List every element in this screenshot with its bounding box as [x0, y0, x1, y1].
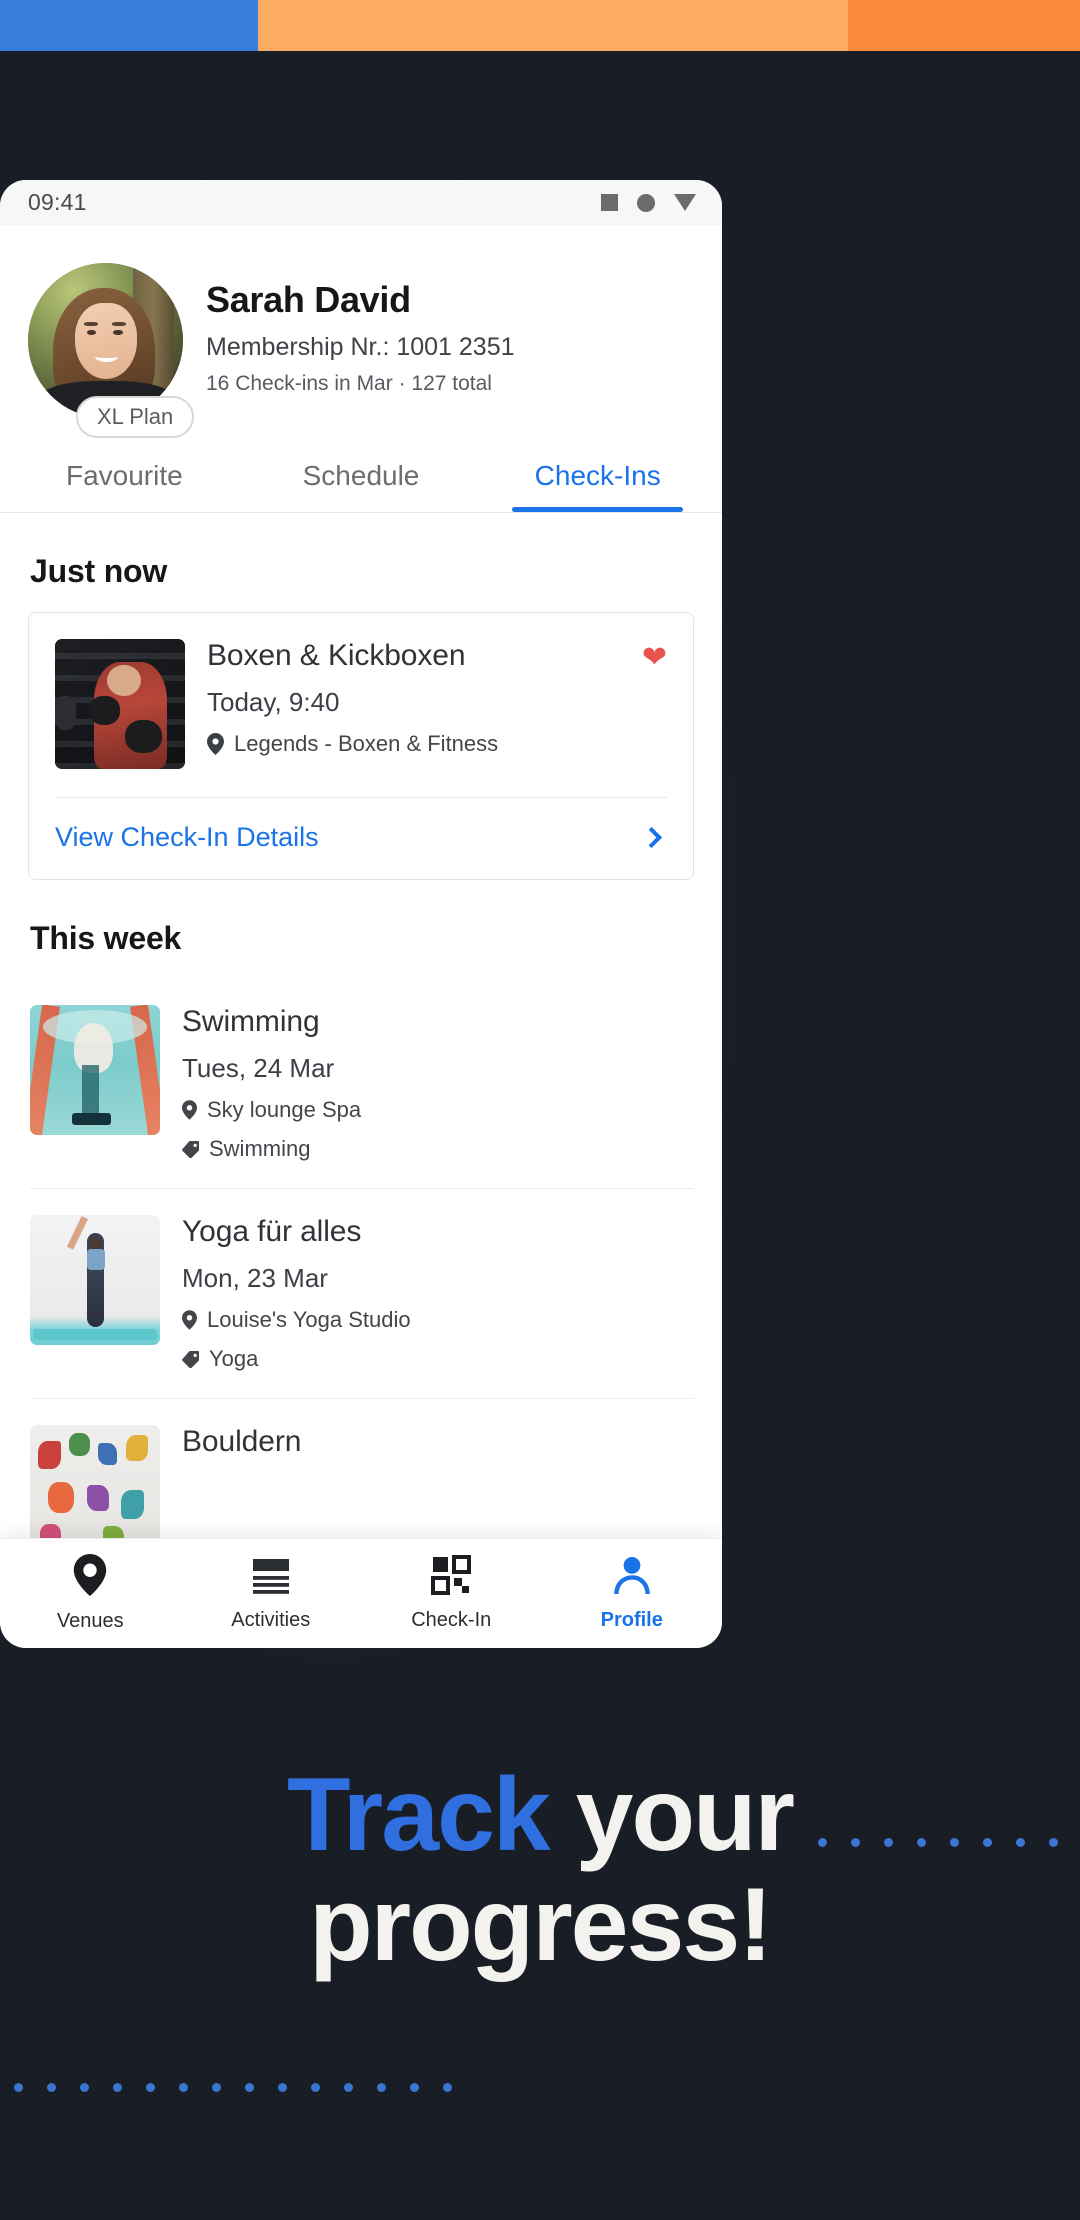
section-title-just-now: Just now	[30, 553, 168, 589]
favourite-heart-icon[interactable]: ❤	[642, 639, 667, 673]
just-now-card-row: Boxen & Kickboxen Today, 9:40 Legends - …	[29, 613, 693, 797]
profile-membership-number: Membership Nr.: 1001 2351	[206, 333, 515, 361]
location-pin-icon	[207, 733, 224, 755]
decorative-dot	[278, 2083, 287, 2092]
decorative-dot	[443, 2083, 452, 2092]
list-item[interactable]: Yoga für alles Mon, 23 Mar Louise's Yoga…	[28, 1189, 694, 1398]
list-item-venue-row: Sky lounge Spa	[182, 1097, 692, 1123]
decorative-dot	[245, 2083, 254, 2092]
decorative-dot	[311, 2083, 320, 2092]
circle-icon	[637, 193, 655, 212]
topbar-segment-blue	[0, 0, 258, 51]
view-checkin-details-label: View Check-In Details	[55, 822, 319, 852]
phone-mockup: 09:41 XL Plan Sarah David Membership Nr.…	[0, 180, 722, 1648]
status-system-icons	[601, 193, 696, 212]
avatar[interactable]	[28, 263, 183, 418]
decorative-dot	[410, 2083, 419, 2092]
section-title-this-week: This week	[30, 920, 182, 956]
activity-thumbnail-swimming	[30, 1005, 160, 1135]
checkins-content: Just now Boxen & Kickboxen Today, 9:40 L…	[0, 553, 722, 1581]
nav-item-profile[interactable]: Profile	[542, 1555, 723, 1632]
just-now-details: Boxen & Kickboxen Today, 9:40 Legends - …	[185, 639, 642, 757]
tag-icon	[182, 1140, 199, 1158]
list-item-date: Tues, 24 Mar	[182, 1053, 335, 1083]
nav-label-profile: Profile	[600, 1609, 663, 1631]
list-item-title: Bouldern	[182, 1425, 302, 1458]
list-item-date: Mon, 23 Mar	[182, 1263, 328, 1293]
list-item-details: Bouldern	[160, 1425, 692, 1459]
just-now-time: Today, 9:40	[207, 687, 340, 717]
list-item-venue: Louise's Yoga Studio	[207, 1307, 411, 1332]
nav-item-venues[interactable]: Venues	[0, 1554, 181, 1633]
just-now-venue: Legends - Boxen & Fitness	[234, 731, 499, 756]
status-clock: 09:41	[28, 189, 87, 215]
headline-line-1: Track your	[0, 1760, 1080, 1870]
location-pin-icon	[73, 1554, 107, 1601]
list-item-venue: Sky lounge Spa	[207, 1097, 362, 1122]
list-item-title: Swimming	[182, 1005, 320, 1038]
list-item-tag-row: Swimming	[182, 1136, 692, 1162]
profile-info: Sarah David Membership Nr.: 1001 2351 16…	[188, 263, 515, 396]
decorative-dot	[47, 2083, 56, 2092]
headline-accent-word: Track	[286, 1757, 551, 1873]
activity-thumbnail-bouldern	[30, 1425, 160, 1555]
list-icon	[251, 1555, 291, 1600]
activity-thumbnail-boxing	[55, 639, 185, 769]
list-item-tag: Swimming	[209, 1136, 311, 1161]
status-bar: 09:41	[0, 180, 722, 225]
headline-line-2: progress!	[309, 1867, 773, 1984]
person-icon	[612, 1555, 652, 1600]
location-pin-icon	[182, 1100, 197, 1120]
poster-stage: 09:41 XL Plan Sarah David Membership Nr.…	[0, 0, 1080, 2220]
avatar-wrapper: XL Plan	[28, 263, 195, 438]
top-color-bar	[0, 0, 1080, 51]
decorative-dot	[113, 2083, 122, 2092]
profile-tabs: Favourite Schedule Check-Ins	[0, 450, 722, 513]
activity-thumbnail-yoga	[30, 1215, 160, 1345]
bottom-navigation: Venues Activities Check-In Profile	[0, 1538, 722, 1648]
list-item-title: Yoga für alles	[182, 1215, 362, 1248]
list-item-tag-row: Yoga	[182, 1346, 692, 1372]
just-now-activity-title: Boxen & Kickboxen	[207, 639, 466, 672]
just-now-card[interactable]: Boxen & Kickboxen Today, 9:40 Legends - …	[28, 612, 694, 880]
poster-headline: Track your progress!	[0, 1760, 1080, 1984]
tab-favourite[interactable]: Favourite	[6, 450, 243, 512]
decorative-dots-left	[14, 2083, 452, 2092]
chevron-right-icon	[640, 826, 663, 849]
location-pin-icon	[182, 1310, 197, 1330]
list-item[interactable]: Swimming Tues, 24 Mar Sky lounge Spa Swi…	[28, 979, 694, 1188]
profile-header: XL Plan Sarah David Membership Nr.: 1001…	[0, 225, 722, 438]
decorative-dot	[344, 2083, 353, 2092]
nav-item-activities[interactable]: Activities	[181, 1555, 362, 1632]
nav-item-check-in[interactable]: Check-In	[361, 1555, 542, 1632]
decorative-dot	[212, 2083, 221, 2092]
profile-checkin-stats: 16 Check-ins in Mar · 127 total	[206, 372, 492, 395]
view-checkin-details-button[interactable]: View Check-In Details	[29, 798, 693, 879]
plan-badge: XL Plan	[76, 396, 195, 438]
triangle-down-icon	[674, 194, 696, 211]
decorative-dot	[14, 2083, 23, 2092]
list-item-details: Yoga für alles Mon, 23 Mar Louise's Yoga…	[160, 1215, 692, 1372]
decorative-dot	[377, 2083, 386, 2092]
nav-label-check-in: Check-In	[411, 1609, 492, 1631]
list-item-details: Swimming Tues, 24 Mar Sky lounge Spa Swi…	[160, 1005, 692, 1162]
just-now-venue-row: Legends - Boxen & Fitness	[207, 731, 642, 757]
decorative-dot	[179, 2083, 188, 2092]
decorative-dot	[80, 2083, 89, 2092]
list-item-tag: Yoga	[209, 1346, 259, 1371]
decorative-dot	[146, 2083, 155, 2092]
list-item-venue-row: Louise's Yoga Studio	[182, 1307, 692, 1333]
topbar-segment-orange	[258, 0, 848, 51]
tag-icon	[182, 1350, 199, 1368]
topbar-segment-orange-dark	[848, 0, 1080, 51]
nav-label-venues: Venues	[56, 1610, 124, 1632]
qr-code-icon	[431, 1555, 472, 1600]
nav-label-activities: Activities	[231, 1609, 311, 1631]
profile-name: Sarah David	[206, 279, 411, 320]
tab-schedule[interactable]: Schedule	[243, 450, 480, 512]
headline-rest-line-1: your	[548, 1757, 795, 1873]
tab-check-ins[interactable]: Check-Ins	[479, 450, 716, 512]
square-icon	[601, 194, 618, 211]
